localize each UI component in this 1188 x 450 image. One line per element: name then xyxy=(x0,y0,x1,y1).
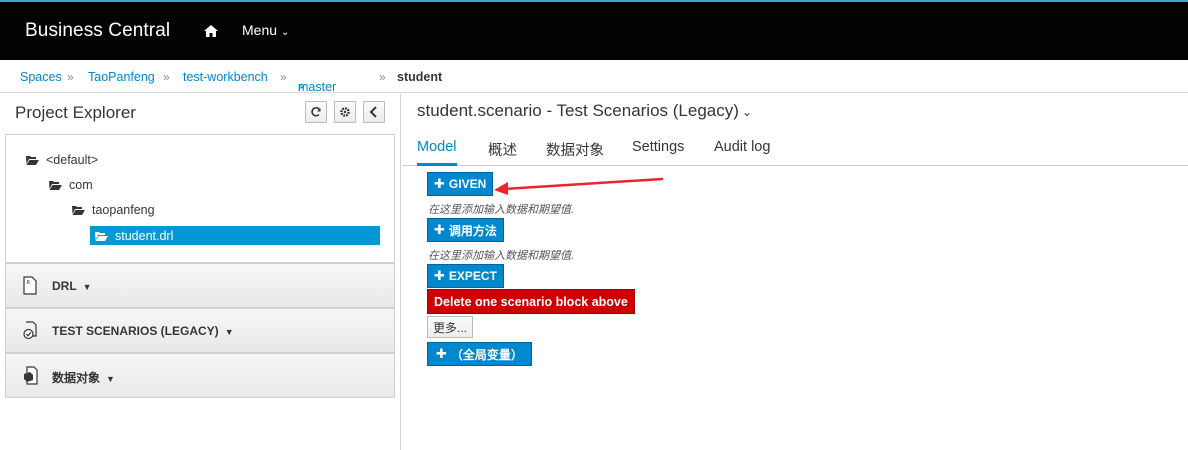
data-object-icon xyxy=(24,366,38,385)
top-navbar: Business Central Menu ⌄ xyxy=(0,0,1188,60)
settings-button[interactable] xyxy=(334,101,356,123)
section-label: TEST SCENARIOS (LEGACY) xyxy=(52,324,219,338)
tab-model[interactable]: Model xyxy=(417,139,457,166)
folder-open-icon xyxy=(72,206,85,215)
section-test-scenarios[interactable]: TEST SCENARIOS (LEGACY) ▼ xyxy=(5,308,395,353)
more-button[interactable]: 更多... xyxy=(427,316,474,338)
breadcrumb-separator: » xyxy=(280,70,287,84)
check-document-icon xyxy=(23,321,37,340)
button-label: EXPECT xyxy=(448,269,497,283)
section-label: 数据对象 xyxy=(52,371,101,385)
plus-icon: ✚ xyxy=(436,346,447,361)
tree-node-default[interactable]: <default> xyxy=(26,153,98,167)
chevron-down-icon: ⌄ xyxy=(741,105,752,119)
plus-icon: ✚ xyxy=(434,176,445,191)
delete-block-button[interactable]: Delete one scenario block above xyxy=(427,289,635,314)
tree-node-label: com xyxy=(69,178,93,192)
project-explorer-panel: Project Explorer <default> com taopanfen… xyxy=(0,94,401,450)
button-label: （全局变量） xyxy=(450,347,523,362)
tree-node-label: taopanfeng xyxy=(92,203,155,217)
refresh-button[interactable] xyxy=(305,101,327,123)
chevron-down-icon: ⌄ xyxy=(298,80,307,91)
menu-dropdown[interactable]: Menu ⌄ xyxy=(242,22,289,38)
breadcrumb-separator: » xyxy=(67,70,74,84)
gear-icon xyxy=(340,107,350,117)
annotation-arrow-icon xyxy=(494,177,664,195)
collapse-button[interactable] xyxy=(363,101,385,123)
chevron-down-icon: ⌄ xyxy=(281,27,290,38)
chevron-left-icon xyxy=(369,106,377,118)
document-title-label: student.scenario - Test Scenarios (Legac… xyxy=(417,101,739,120)
caret-down-icon: ▼ xyxy=(82,282,92,292)
tab-settings[interactable]: Settings xyxy=(632,139,684,163)
breadcrumb-spaces[interactable]: Spaces xyxy=(20,70,62,84)
section-label: DRL xyxy=(52,279,77,293)
menu-label: Menu xyxy=(242,22,278,38)
add-given-button[interactable]: ✚ GIVEN xyxy=(427,172,494,196)
tree-node-label: <default> xyxy=(46,153,99,167)
tab-audit-log[interactable]: Audit log xyxy=(714,139,770,163)
tree-node-label: student.drl xyxy=(115,228,174,243)
tab-overview[interactable]: 概述 xyxy=(488,139,517,168)
tab-data-objects[interactable]: 数据对象 xyxy=(546,139,604,168)
breadcrumb-separator: » xyxy=(163,70,170,84)
add-global-button[interactable]: ✚ （全局变量） xyxy=(427,342,532,366)
panel-title: Project Explorer xyxy=(15,103,136,122)
breadcrumb-separator: » xyxy=(379,70,386,84)
breadcrumb-current: student xyxy=(397,70,443,84)
svg-text:R: R xyxy=(27,280,31,286)
button-label: GIVEN xyxy=(448,177,487,191)
add-call-method-button[interactable]: ✚ 调用方法 xyxy=(427,218,504,242)
breadcrumb: Spaces » TaoPanfeng » test-workbench » ᴘ… xyxy=(0,60,1188,94)
button-label: 调用方法 xyxy=(448,223,497,238)
add-expect-button[interactable]: ✚ EXPECT xyxy=(427,264,504,288)
tree-node-student-drl[interactable]: student.drl xyxy=(90,226,380,245)
call-hint: 在这里添加输入数据和期望值. xyxy=(428,250,575,262)
folder-open-icon xyxy=(26,156,39,165)
editor-tabs: Model 概述 数据对象 Settings Audit log xyxy=(402,131,1188,166)
plus-icon: ✚ xyxy=(434,222,445,237)
tree-node-com[interactable]: com xyxy=(49,178,93,192)
document-icon: R xyxy=(23,276,37,295)
home-icon[interactable] xyxy=(203,23,219,39)
folder-open-icon xyxy=(95,231,108,241)
caret-down-icon: ▼ xyxy=(224,327,234,337)
refresh-icon xyxy=(311,107,321,117)
plus-icon: ✚ xyxy=(434,268,445,283)
caret-down-icon: ▼ xyxy=(106,374,115,384)
breadcrumb-project[interactable]: test-workbench xyxy=(183,70,268,84)
tree-node-taopanfeng[interactable]: taopanfeng xyxy=(72,203,155,217)
section-data-objects[interactable]: 数据对象 ▼ xyxy=(5,353,395,398)
given-hint: 在这里添加输入数据和期望值. xyxy=(428,204,575,216)
app-brand[interactable]: Business Central xyxy=(25,20,170,42)
project-tree: <default> com taopanfeng student.drl xyxy=(5,134,395,263)
document-title[interactable]: student.scenario - Test Scenarios (Legac… xyxy=(417,101,752,121)
breadcrumb-space[interactable]: TaoPanfeng xyxy=(88,70,155,84)
section-drl[interactable]: R DRL ▼ xyxy=(5,263,395,308)
folder-open-icon xyxy=(49,181,62,190)
